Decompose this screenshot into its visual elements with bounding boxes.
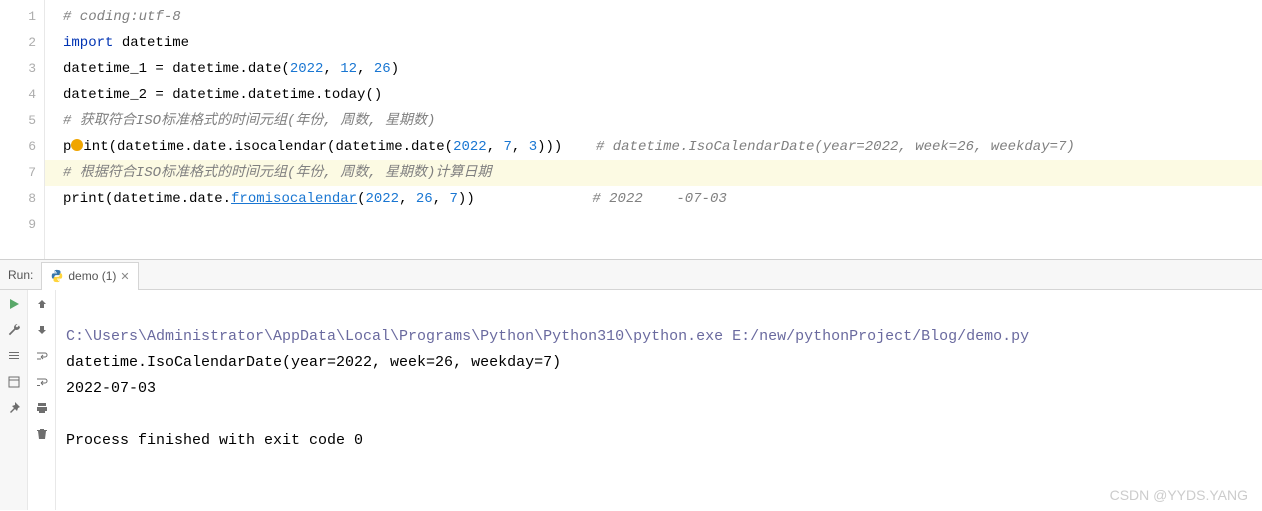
console-output[interactable]: C:\Users\Administrator\AppData\Local\Pro…: [56, 290, 1262, 510]
line-number: 7: [4, 160, 36, 186]
down-arrow-icon[interactable]: [34, 322, 50, 338]
run-tab-label: demo (1): [68, 269, 116, 283]
wrench-icon[interactable]: [6, 322, 22, 338]
code-text: )): [458, 191, 592, 207]
code-line[interactable]: [63, 212, 1262, 238]
line-number-gutter: 1 2 3 4 5 6 7 8 9: [0, 0, 45, 259]
code-text: ,: [357, 61, 374, 77]
comment-text: # 2022 -07-03: [592, 191, 726, 207]
intention-bulb-icon[interactable]: [71, 139, 83, 151]
up-arrow-icon[interactable]: [34, 296, 50, 312]
code-editor: 1 2 3 4 5 6 7 8 9 # coding:utf-8 import …: [0, 0, 1262, 260]
keyword: import: [63, 35, 113, 51]
scroll-icon[interactable]: [34, 374, 50, 390]
code-text: ): [391, 61, 399, 77]
number: 26: [374, 61, 391, 77]
comment-text: # coding:utf-8: [63, 9, 181, 25]
line-number: 3: [4, 56, 36, 82]
code-text: ,: [323, 61, 340, 77]
number: 7: [450, 191, 458, 207]
number: 3: [529, 139, 537, 155]
watermark: CSDN @YYDS.YANG: [1110, 487, 1248, 503]
line-number: 2: [4, 30, 36, 56]
rerun-icon[interactable]: [6, 296, 22, 312]
code-text: int(datetime.date.isocalendar(datetime.d…: [83, 139, 453, 155]
code-line[interactable]: import datetime: [63, 30, 1262, 56]
run-tool-column-left: [0, 290, 28, 510]
layout-icon[interactable]: [6, 374, 22, 390]
line-number: 5: [4, 108, 36, 134]
trash-icon[interactable]: [34, 426, 50, 442]
code-text: print(datetime.date.: [63, 191, 231, 207]
run-tab[interactable]: demo (1) ✕: [41, 262, 138, 290]
line-number: 1: [4, 4, 36, 30]
python-icon: [50, 269, 64, 283]
console-line: Process finished with exit code 0: [66, 432, 363, 449]
run-tool-column-right: [28, 290, 56, 510]
line-number: 9: [4, 212, 36, 238]
code-text: datetime: [113, 35, 189, 51]
run-toolbar: Run: demo (1) ✕: [0, 260, 1262, 290]
list-icon[interactable]: [6, 348, 22, 364]
code-text: ,: [487, 139, 504, 155]
code-line[interactable]: datetime_2 = datetime.datetime.today(): [63, 82, 1262, 108]
line-number: 8: [4, 186, 36, 212]
code-line[interactable]: # coding:utf-8: [63, 4, 1262, 30]
line-number: 6: [4, 134, 36, 160]
print-icon[interactable]: [34, 400, 50, 416]
pin-icon[interactable]: [6, 400, 22, 416]
code-line[interactable]: # 根据符合ISO标准格式的时间元组(年份, 周数, 星期数)计算日期: [45, 160, 1262, 186]
code-line[interactable]: p int(datetime.date.isocalendar(datetime.…: [63, 134, 1262, 160]
code-text: p: [63, 139, 71, 155]
console-line: datetime.IsoCalendarDate(year=2022, week…: [66, 354, 561, 371]
close-icon[interactable]: ✕: [120, 270, 129, 283]
code-text: datetime_2 = datetime.datetime.today(): [63, 87, 382, 103]
code-text: ,: [433, 191, 450, 207]
comment-text: # 获取符合ISO标准格式的时间元组(年份, 周数, 星期数): [63, 113, 435, 129]
run-panel: C:\Users\Administrator\AppData\Local\Pro…: [0, 290, 1262, 510]
number: 7: [504, 139, 512, 155]
code-line[interactable]: datetime_1 = datetime.date(2022, 12, 26): [63, 56, 1262, 82]
function-link[interactable]: fromisocalendar: [231, 191, 357, 207]
number: 2022: [365, 191, 399, 207]
number: 12: [340, 61, 357, 77]
code-line[interactable]: print(datetime.date.fromisocalendar(2022…: [63, 186, 1262, 212]
comment-text: # datetime.IsoCalendarDate(year=2022, we…: [596, 139, 1075, 155]
code-area[interactable]: # coding:utf-8 import datetime datetime_…: [45, 0, 1262, 259]
number: 2022: [453, 139, 487, 155]
number: 26: [416, 191, 433, 207]
comment-text: # 根据符合ISO标准格式的时间元组(年份, 周数, 星期数)计算日期: [63, 165, 491, 181]
code-text: datetime_1 = datetime.date(: [63, 61, 290, 77]
soft-wrap-icon[interactable]: [34, 348, 50, 364]
code-text: ))): [537, 139, 596, 155]
number: 2022: [290, 61, 324, 77]
code-line[interactable]: # 获取符合ISO标准格式的时间元组(年份, 周数, 星期数): [63, 108, 1262, 134]
run-label: Run:: [0, 268, 41, 282]
code-text: ,: [399, 191, 416, 207]
console-line: 2022-07-03: [66, 380, 156, 397]
console-command: C:\Users\Administrator\AppData\Local\Pro…: [66, 328, 1029, 345]
line-number: 4: [4, 82, 36, 108]
code-text: ,: [512, 139, 529, 155]
